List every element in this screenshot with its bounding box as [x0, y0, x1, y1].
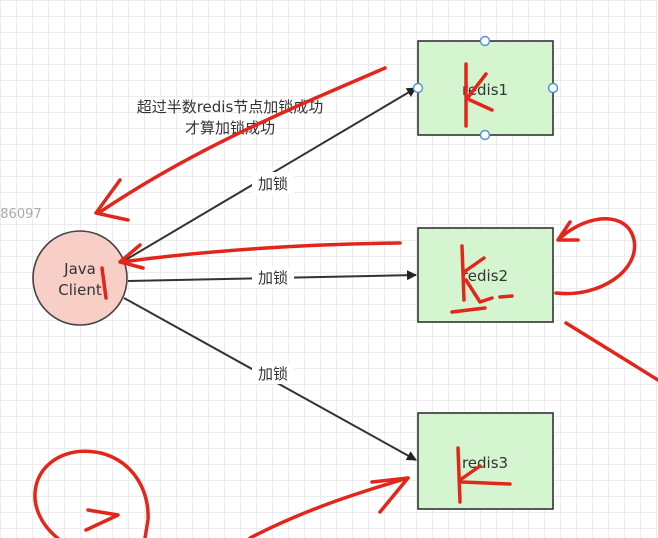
java-client-node[interactable] [32, 230, 128, 326]
edge-label-redis3: 加锁 [258, 365, 288, 383]
java-client-label-line-2: Client [58, 281, 102, 299]
edge-label-redis1: 加锁 [258, 175, 288, 193]
ink-diagonal-right [564, 321, 658, 382]
ink-arrowhead-top [94, 178, 130, 222]
selection-handle-left[interactable] [412, 82, 424, 94]
selection-handle-right[interactable] [547, 82, 559, 94]
diagram-canvas: 加锁 加锁 加锁 超过半数redis节点加锁成功 才算加锁成功 686097 J… [0, 35, 658, 538]
ink-chevron-bottom [84, 508, 120, 532]
ink-circle-bottom [33, 449, 150, 538]
ink-line-middle [120, 241, 402, 264]
selection-handle-top[interactable] [479, 35, 491, 47]
selection-handle-bottom[interactable] [479, 129, 491, 141]
edge-text-fragment: 686097 [0, 207, 42, 222]
ink-loop-redis2 [554, 217, 637, 296]
redis3-label: redis3 [462, 454, 508, 472]
edge-label-redis2: 加锁 [258, 269, 288, 287]
java-client-label-line-1: Java [63, 260, 96, 278]
